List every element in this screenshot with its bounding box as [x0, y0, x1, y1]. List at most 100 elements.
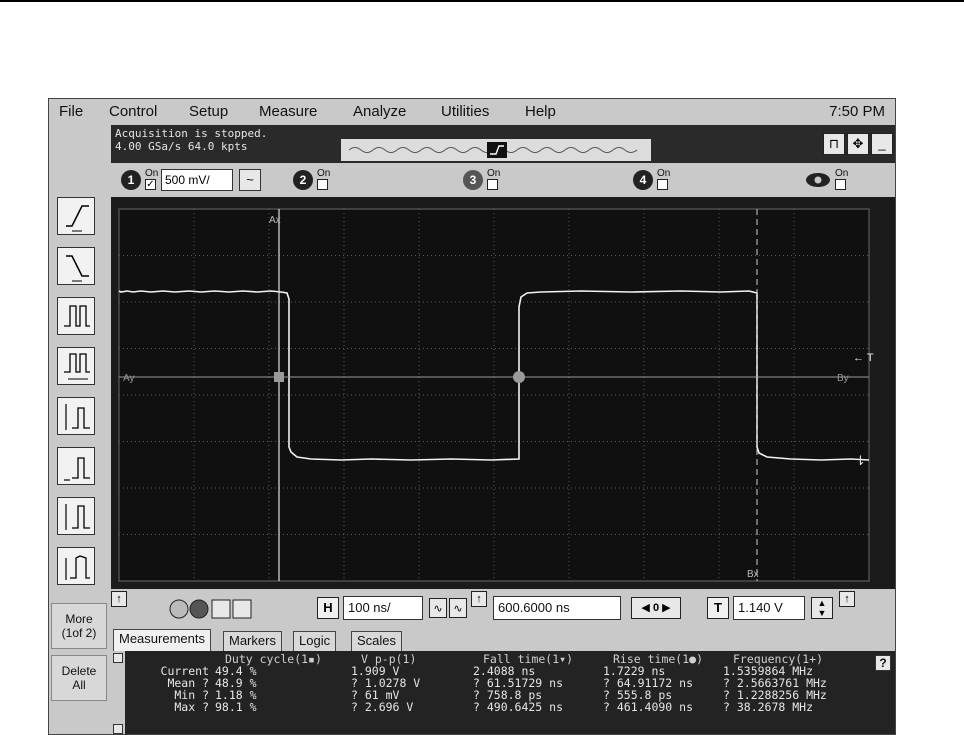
delay-stepper-value: 0 — [652, 602, 660, 614]
cursor-a-marker[interactable] — [274, 372, 284, 382]
falling-edge-trigger-button[interactable] — [57, 247, 95, 285]
cursor-a-label: Ax — [269, 215, 281, 226]
rising-edge-trigger-button[interactable] — [57, 197, 95, 235]
page-top-rule — [0, 0, 964, 2]
measurement-value: ? 2.696 V — [351, 700, 414, 714]
channel-1-on-checkbox[interactable]: ✓ — [145, 179, 156, 190]
cursor-b-label: Bx — [747, 569, 759, 580]
amplitude-button[interactable] — [57, 397, 95, 435]
waveform-display[interactable]: Ax Ay Bx By ← T ⇂ — [111, 197, 895, 589]
waveform-graticule: Ax Ay Bx By ← T ⇂ — [111, 197, 895, 589]
trigger-arrow-icon[interactable]: ↑ — [839, 591, 855, 607]
more-page-label: (1of 2) — [61, 626, 97, 640]
channel-2-icon[interactable]: 2 — [293, 170, 313, 190]
channel-4-on-checkbox[interactable] — [657, 179, 668, 190]
mouse-icon: ✥ — [852, 136, 864, 151]
horizontal-h-button[interactable]: H — [317, 597, 339, 619]
screenshot-icon[interactable] — [211, 599, 231, 619]
rising-edge-icon — [66, 205, 89, 232]
menu-measure[interactable]: Measure — [259, 103, 317, 120]
period-icon — [64, 353, 90, 380]
more-button[interactable]: More (1of 2) — [51, 603, 107, 649]
math-on-checkbox[interactable] — [835, 179, 846, 190]
stop-circle-icon[interactable] — [189, 599, 209, 619]
math-eye-icon[interactable] — [805, 168, 831, 192]
delete-all-button[interactable]: Delete All — [51, 655, 107, 701]
oscilloscope-window: File Control Setup Measure Analyze Utili… — [48, 98, 896, 735]
measurement-value: 98.1 % — [215, 700, 257, 714]
channel-3-on-checkbox[interactable] — [487, 179, 498, 190]
top-level-button[interactable] — [57, 447, 95, 485]
scroll-down-icon[interactable]: ▼ — [113, 724, 123, 734]
top-level-icon — [64, 457, 90, 481]
print-icon[interactable] — [232, 599, 252, 619]
timebase-coarse-button[interactable]: ∿ — [449, 598, 467, 618]
math-channel-controls: On — [805, 168, 865, 192]
channel-4-controls: 4 On — [633, 168, 683, 192]
ground-reference-marker[interactable]: ⇂ — [855, 454, 866, 469]
tab-markers[interactable]: Markers — [223, 631, 282, 651]
vpp-button[interactable] — [57, 497, 95, 535]
delay-field[interactable]: 600.6000 ns — [493, 596, 621, 620]
tab-scales[interactable]: Scales — [351, 631, 403, 651]
status-right-panel: ⊓ ✥ _ — [651, 125, 895, 163]
timebase-field[interactable]: 100 ns/ — [343, 596, 423, 620]
mouse-mode-button[interactable]: ✥ — [847, 133, 869, 155]
period-button[interactable] — [57, 347, 95, 385]
amplitude-icon — [65, 404, 90, 430]
cursor-a-y-label: Ay — [123, 373, 135, 384]
waveform-overview-bar[interactable] — [341, 139, 651, 161]
trigger-level-field[interactable]: 1.140 V — [733, 596, 805, 620]
acquisition-status: Acquisition is stopped. 4.00 GSa/s 64.0 … — [111, 125, 341, 163]
overview-wave-icon — [348, 142, 638, 158]
cursor-b-marker[interactable] — [513, 371, 525, 383]
channel-2-on-checkbox[interactable] — [317, 179, 328, 190]
display-mode-icon: ⊓ — [828, 136, 840, 151]
bottom-tabs: Measurements Markers Logic Scales — [111, 627, 895, 651]
vpp-icon — [65, 504, 90, 530]
expand-up-icon[interactable]: ↑ — [111, 591, 127, 607]
scroll-up-icon[interactable]: ▲ — [113, 653, 123, 663]
channel-1-icon[interactable]: 1 — [121, 170, 141, 190]
display-mode-button[interactable]: ⊓ — [823, 133, 845, 155]
menu-bar: File Control Setup Measure Analyze Utili… — [49, 99, 895, 125]
menu-file[interactable]: File — [59, 103, 83, 120]
overshoot-button[interactable] — [57, 547, 95, 585]
measurement-value: ? 461.4090 ns — [603, 700, 694, 714]
run-circle-icon[interactable] — [169, 599, 189, 619]
menu-analyze[interactable]: Analyze — [353, 103, 406, 120]
timebase-fine-button[interactable]: ∿ — [429, 598, 447, 618]
delete-all-label: All — [72, 678, 86, 692]
channel-1-coupling-button[interactable]: ~ — [239, 169, 261, 191]
step-left-icon[interactable]: ◀ — [641, 602, 649, 614]
menu-utilities[interactable]: Utilities — [441, 103, 489, 120]
minimize-button[interactable]: _ — [871, 133, 893, 155]
trigger-level-marker[interactable]: ← T — [853, 352, 874, 364]
pulse-width-button[interactable] — [57, 297, 95, 335]
menu-control[interactable]: Control — [109, 103, 157, 120]
channel-4-icon[interactable]: 4 — [633, 170, 653, 190]
delay-stepper[interactable]: ◀ 0 ▶ — [631, 597, 681, 619]
falling-edge-icon — [66, 255, 89, 282]
tab-logic[interactable]: Logic — [293, 631, 337, 651]
measurements-scrollbar[interactable]: ▲ ▼ — [111, 651, 125, 734]
help-button[interactable]: ? — [875, 655, 891, 671]
waveform-overview — [341, 125, 651, 163]
measurement-value: ? 38.2678 MHz — [723, 700, 814, 714]
menu-setup[interactable]: Setup — [189, 103, 228, 120]
more-label: More — [65, 612, 93, 626]
delete-label: Delete — [61, 664, 97, 678]
trigger-level-spinner[interactable]: ▲ ▼ — [811, 597, 833, 619]
channel-bar: 1 On ✓ 500 mV/ ~ 2 On 3 On 4 On On — [111, 163, 895, 197]
delay-reference-icon[interactable]: ↑ — [471, 591, 487, 607]
menu-help[interactable]: Help — [525, 103, 556, 120]
tab-measurements[interactable]: Measurements — [113, 629, 211, 651]
trigger-t-button[interactable]: T — [707, 597, 729, 619]
step-right-icon[interactable]: ▶ — [662, 602, 670, 614]
channel-4-on-label: On — [657, 168, 671, 179]
channel-1-scale-field[interactable]: 500 mV/ — [161, 169, 233, 191]
run-control-icons — [169, 599, 252, 619]
channel-3-icon[interactable]: 3 — [463, 170, 483, 190]
overshoot-icon — [65, 555, 90, 580]
math-on-label: On — [835, 168, 849, 179]
